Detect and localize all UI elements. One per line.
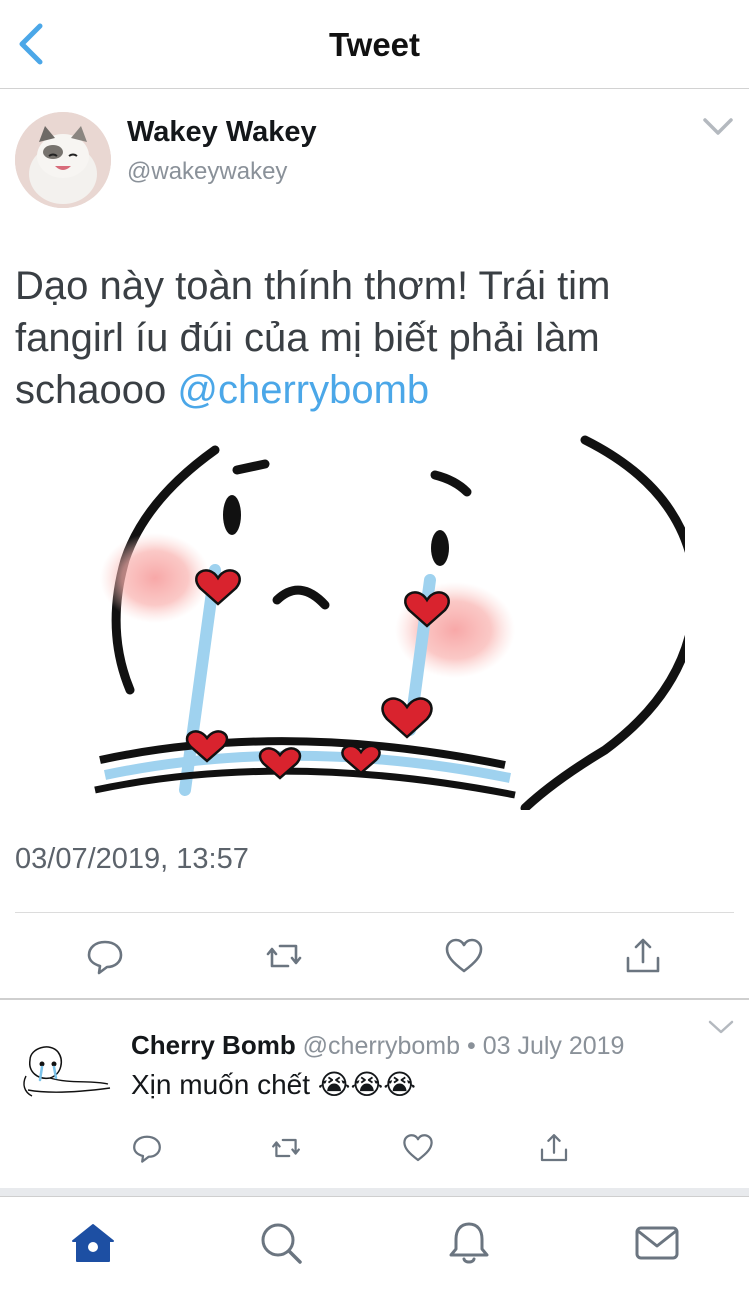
home-icon[interactable]	[69, 1219, 117, 1267]
divider	[0, 1188, 749, 1196]
divider	[0, 998, 749, 1000]
mention-link[interactable]: @cherrybomb	[177, 368, 429, 412]
reply-author-handle[interactable]: @cherrybomb	[303, 1032, 460, 1060]
reply-text: Xịn muốn chết 😭😭😭	[131, 1068, 416, 1101]
cat-avatar-image	[15, 112, 111, 208]
author-name[interactable]: Wakey Wakey	[127, 116, 317, 149]
notifications-icon[interactable]	[445, 1219, 493, 1267]
retweet-icon[interactable]	[264, 936, 304, 976]
crying-emoji: 😭😭😭	[317, 1069, 416, 1100]
divider	[15, 912, 734, 913]
retweet-icon[interactable]	[270, 1132, 302, 1164]
chevron-down-icon[interactable]	[708, 1020, 734, 1034]
author-handle[interactable]: @wakeywakey	[127, 158, 287, 186]
reply-icon[interactable]	[85, 936, 125, 976]
reply-icon[interactable]	[131, 1132, 163, 1164]
like-icon[interactable]	[402, 1132, 434, 1164]
tweet-media-image[interactable]	[85, 430, 685, 810]
tweet-text: Dạo này toàn thính thơm! Trái tim fangir…	[15, 260, 715, 416]
like-icon[interactable]	[444, 936, 484, 976]
reply-date: 03 July 2019	[482, 1032, 625, 1060]
chevron-down-icon[interactable]	[702, 116, 734, 138]
reply-author-name[interactable]: Cherry Bomb	[131, 1030, 296, 1060]
share-icon[interactable]	[538, 1132, 570, 1164]
messages-icon[interactable]	[633, 1219, 681, 1267]
search-icon[interactable]	[257, 1219, 305, 1267]
crying-face-illustration	[85, 430, 685, 810]
reply-body: Xịn muốn chết	[131, 1069, 310, 1100]
reply-author-avatar[interactable]	[20, 1040, 114, 1102]
share-icon[interactable]	[623, 936, 663, 976]
author-avatar[interactable]	[15, 112, 111, 208]
bottom-tab-bar	[0, 1196, 749, 1295]
reply-separator: •	[460, 1032, 483, 1060]
page-title: Tweet	[328, 26, 421, 63]
tweet-timestamp: 03/07/2019, 13:57	[15, 843, 249, 875]
reply-header: Cherry Bomb @cherrybomb • 03 July 2019	[131, 1030, 624, 1061]
